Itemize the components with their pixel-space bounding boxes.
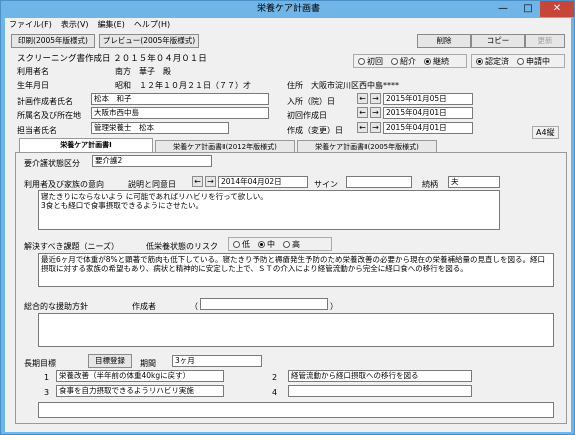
dietitian-input[interactable]: 管理栄養士 松本 — [91, 122, 229, 134]
birth-value: 昭和 １２年１０月２１日（７７）才 — [115, 81, 251, 90]
consent-label: 説明と同意日 — [128, 180, 176, 189]
menu-bar: ファイル(F) 表示(V) 編集(E) ヘルプ(H) — [5, 18, 571, 32]
risk-mid[interactable]: 中 — [258, 239, 275, 250]
consent-prev-button[interactable]: ← — [192, 176, 203, 187]
preview-button[interactable]: プレビュー(2005年版様式) — [99, 34, 199, 48]
made-prev-button[interactable]: ← — [357, 122, 368, 133]
radio-icon — [517, 57, 524, 65]
goal-input-2[interactable]: 経管流動から経口摂取への移行を図る — [288, 370, 472, 382]
remarks-textarea[interactable] — [38, 402, 554, 418]
status-radio-group: 認定済 申請中 — [471, 54, 565, 68]
goal-num-2: 2 — [272, 373, 278, 382]
maximize-button[interactable]: □ — [516, 1, 540, 17]
minimize-button[interactable]: — — [490, 1, 516, 17]
issue-label: 解決すべき課題（ニーズ） — [24, 242, 120, 251]
first-date-label: 初回作成日 — [287, 111, 327, 120]
care-level-input[interactable]: 要介護2 — [92, 155, 212, 167]
author-paren-close: ） — [330, 302, 338, 311]
first-date-input[interactable]: 2015年04月01日 — [383, 107, 473, 119]
dietitian-label: 担当者氏名 — [17, 126, 57, 135]
period-input[interactable]: 3ヶ月 — [172, 355, 262, 367]
user-label: 利用者名 — [17, 67, 49, 76]
radio-icon — [391, 57, 398, 65]
menu-file[interactable]: ファイル(F) — [9, 18, 52, 32]
admit-date-input[interactable]: 2015年01月05日 — [383, 93, 473, 105]
sign-label: サイン — [314, 180, 338, 189]
admit-next-button[interactable]: → — [370, 93, 381, 104]
author-input[interactable] — [200, 298, 328, 310]
tab-panel: 要介護状態区分 要介護2 利用者及び家族の意向 説明と同意日 ← → 2014年… — [15, 152, 567, 424]
consent-date-input[interactable]: 2014年04月02日 — [218, 176, 308, 188]
relation-input[interactable]: 夫 — [448, 176, 500, 188]
radio-selected-icon — [258, 240, 265, 248]
risk-low[interactable]: 低 — [233, 239, 250, 250]
care-level-label: 要介護状態区分 — [24, 159, 80, 168]
radio-selected-icon — [476, 57, 483, 65]
radio-selected-icon — [424, 57, 431, 65]
risk-radio-group: 低 中 高 — [228, 237, 332, 251]
consent-next-button[interactable]: → — [205, 176, 216, 187]
status-applying[interactable]: 申請中 — [517, 56, 550, 67]
relation-label: 続柄 — [422, 180, 438, 189]
menu-view[interactable]: 表示(V) — [61, 18, 89, 32]
radio-icon — [233, 240, 240, 248]
close-button[interactable]: ✕ — [540, 1, 574, 17]
tab-plan-1[interactable]: 栄養ケア計画書Ⅰ — [19, 138, 153, 153]
risk-high[interactable]: 高 — [283, 239, 300, 250]
radio-icon — [358, 57, 365, 65]
first-next-button[interactable]: → — [370, 107, 381, 118]
screening-date: スクリーニング書作成日 ２０１５年０４月０１日 — [17, 54, 207, 64]
copy-button[interactable]: コピー — [471, 34, 525, 48]
goal-num-1: 1 — [44, 373, 50, 382]
facility-label: 所属名及び所在地 — [17, 111, 81, 120]
made-next-button[interactable]: → — [370, 122, 381, 133]
goal-register-button[interactable]: 目標登録 — [88, 354, 132, 368]
update-button: 更新 — [525, 34, 565, 48]
sign-input[interactable] — [346, 176, 412, 188]
admit-prev-button[interactable]: ← — [357, 93, 368, 104]
goal-input-3[interactable]: 食事を自力摂取できるようリハビリ実施 — [56, 385, 224, 397]
user-name: 南方 華子 殿 — [115, 67, 171, 76]
goal-num-4: 4 — [272, 388, 278, 397]
author-paren-open: （ — [190, 302, 198, 311]
author-label: 作成者 — [132, 302, 156, 311]
menu-help[interactable]: ヘルプ(H) — [134, 18, 170, 32]
mode-referral[interactable]: 紹介 — [391, 56, 416, 67]
mode-first[interactable]: 初回 — [358, 56, 383, 67]
delete-button[interactable]: 削除 — [417, 34, 471, 48]
intent-textarea[interactable]: 寝たきりにならないよう に可能であればリハビリを行って欲しい。 3食とも経口で食… — [38, 190, 500, 230]
app-window: 栄養ケア計画書 — □ ✕ ファイル(F) 表示(V) 編集(E) ヘルプ(H)… — [0, 0, 575, 435]
policy-textarea[interactable] — [38, 313, 554, 347]
made-date-input[interactable]: 2015年04月01日 — [383, 122, 473, 134]
window-title: 栄養ケア計画書 — [256, 4, 320, 14]
print-button[interactable]: 印刷(2005年版様式) — [11, 34, 95, 48]
policy-label: 総合的な援助方針 — [24, 302, 88, 311]
intent-label: 利用者及び家族の意向 — [24, 180, 104, 189]
issue-textarea[interactable]: 最近6ヶ月で体重が8%と顕著で筋肉も低下している。寝たきり予防と褥瘡発生予防のた… — [38, 253, 554, 287]
address-value: 大阪市淀川区西中島**** — [311, 81, 399, 90]
goal-label: 長期目標 — [24, 359, 56, 368]
main-client: 印刷(2005年版様式) プレビュー(2005年版様式) 削除 コピー 更新 ス… — [5, 32, 571, 432]
paper-size-label: A4縦 — [532, 126, 559, 139]
mode-continue[interactable]: 継続 — [424, 56, 449, 67]
goal-input-1[interactable]: 栄養改善（半年前の体重40kgに戻す） — [56, 370, 224, 382]
menu-edit[interactable]: 編集(E) — [98, 18, 125, 32]
facility-input[interactable]: 大阪市西中島 — [91, 107, 269, 119]
planner-input[interactable]: 松本 和子 — [91, 93, 269, 105]
mode-radio-group: 初回 紹介 継続 — [353, 54, 467, 68]
status-certified[interactable]: 認定済 — [476, 56, 509, 67]
planner-label: 計画作成者氏名 — [17, 97, 73, 106]
made-date-label: 作成（変更）日 — [287, 126, 343, 135]
birth-label: 生年月日 — [17, 81, 49, 90]
goal-input-4[interactable] — [288, 385, 472, 397]
address-label: 住所 — [287, 81, 303, 90]
goal-num-3: 3 — [44, 388, 50, 397]
first-prev-button[interactable]: ← — [357, 107, 368, 118]
period-label: 期間 — [140, 359, 156, 368]
admit-label: 入所（院）日 — [287, 97, 335, 106]
risk-label: 低栄養状態のリスク — [146, 242, 218, 251]
radio-icon — [283, 240, 290, 248]
